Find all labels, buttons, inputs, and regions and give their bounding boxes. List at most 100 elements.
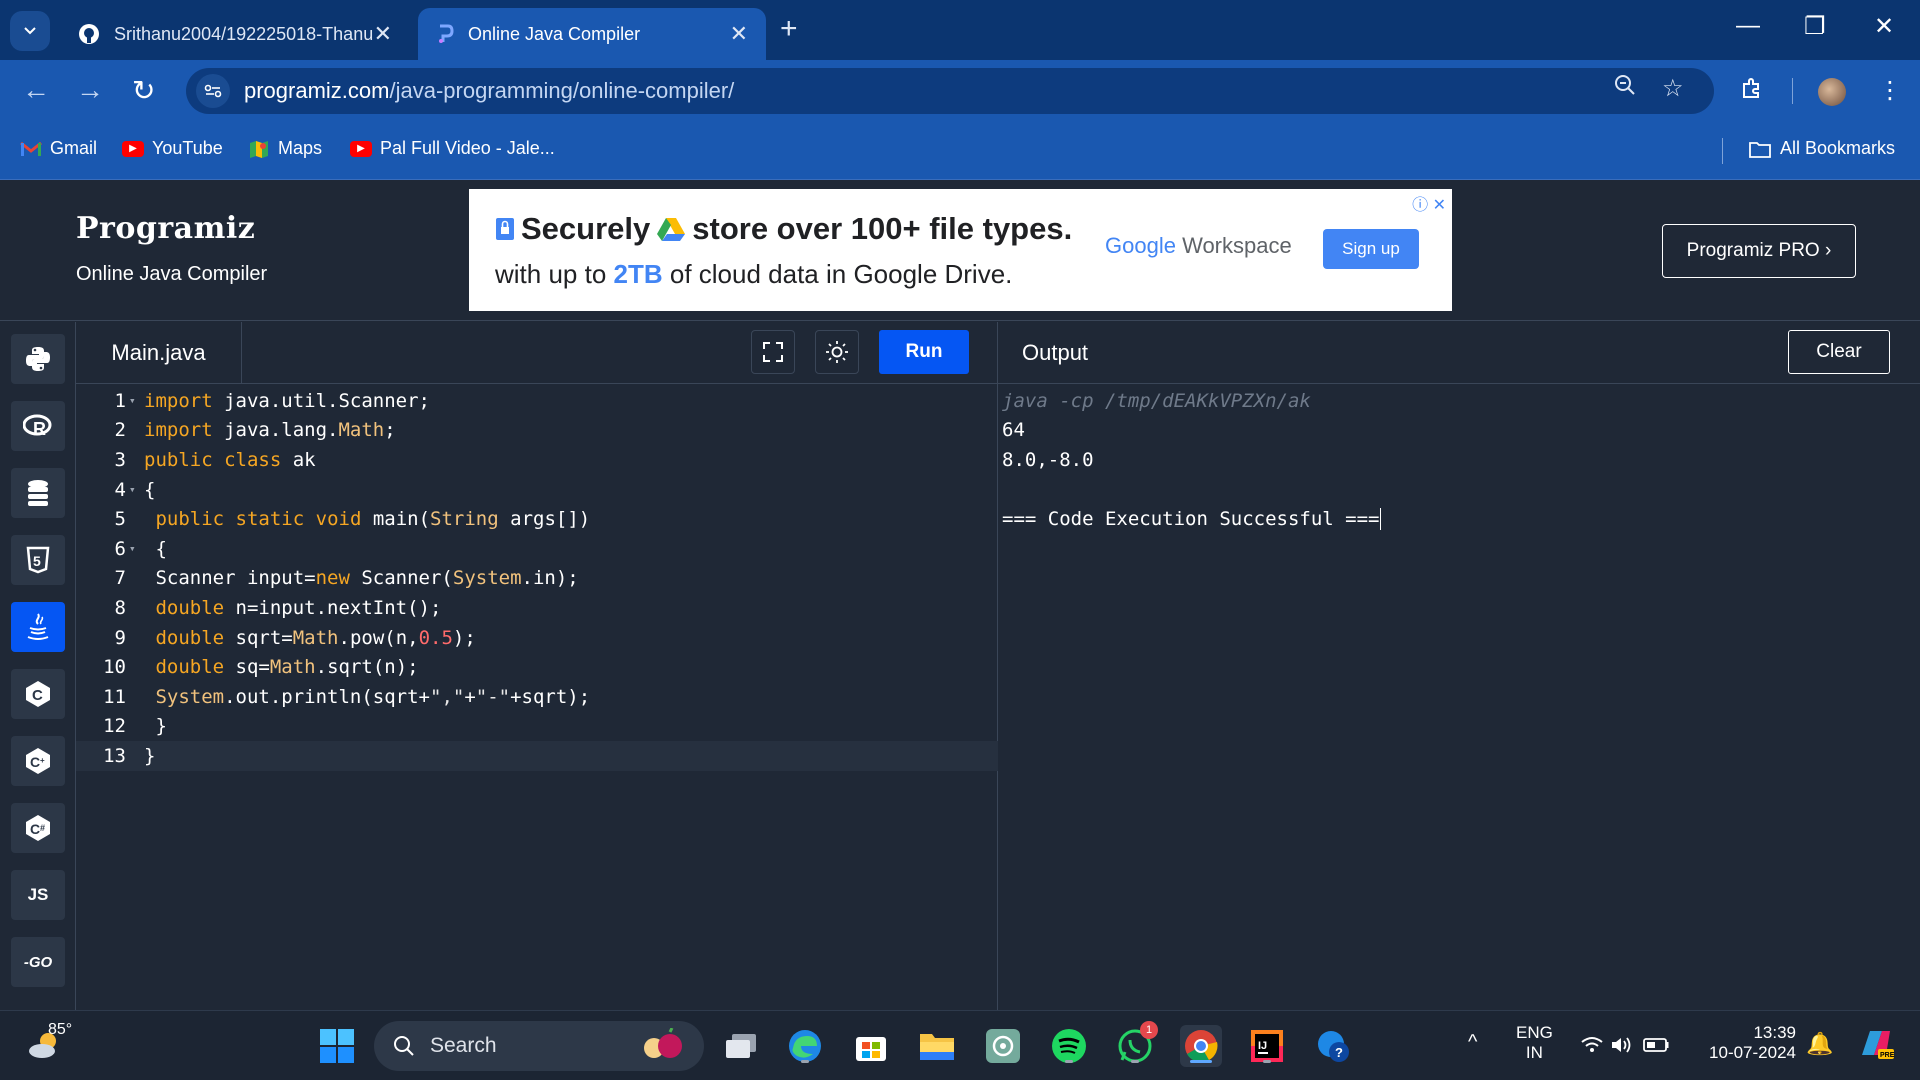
bookmark-star-icon[interactable]: ☆: [1662, 74, 1684, 103]
forward-arrow-icon[interactable]: →: [76, 74, 104, 106]
lang-go-button[interactable]: -GO: [11, 937, 65, 987]
microsoft-store-icon[interactable]: [850, 1025, 892, 1067]
back-arrow-icon[interactable]: ←: [22, 74, 50, 106]
zoom-icon[interactable]: [1614, 74, 1636, 103]
tab-search-button[interactable]: [10, 11, 50, 51]
browser-tab-github[interactable]: Srithanu2004/192225018-Thanu ✕: [60, 8, 410, 60]
spotify-icon[interactable]: [1048, 1025, 1090, 1067]
clear-button[interactable]: Clear: [1788, 330, 1890, 374]
svg-text:C: C: [30, 754, 40, 770]
address-bar[interactable]: programiz.com/java-programming/online-co…: [186, 68, 1714, 114]
fold-arrow-icon[interactable]: ▾: [126, 394, 144, 407]
taskbar-search[interactable]: Search: [374, 1021, 704, 1071]
wifi-icon: [1581, 1037, 1603, 1052]
clock-time: 13:39: [1753, 1023, 1796, 1042]
copilot-icon[interactable]: PRE: [1856, 1025, 1896, 1070]
minimize-icon[interactable]: —: [1736, 12, 1760, 40]
site-info-icon[interactable]: [196, 74, 230, 108]
lang-js-button[interactable]: JS: [11, 870, 65, 920]
lang-c-button[interactable]: C: [11, 669, 65, 719]
lang-html-button[interactable]: 5: [11, 535, 65, 585]
github-icon: [79, 24, 99, 44]
task-view-icon[interactable]: [720, 1025, 762, 1067]
output-header: Output Clear: [998, 322, 1920, 384]
ad-signup-button[interactable]: Sign up: [1323, 229, 1419, 269]
fold-arrow-icon[interactable]: ▾: [126, 483, 144, 496]
code-line: 3 public class ak: [76, 445, 998, 475]
clock[interactable]: 13:39 10-07-2024: [1700, 1023, 1796, 1063]
lang-r-button[interactable]: R: [11, 401, 65, 451]
folder-icon: [1749, 141, 1771, 158]
notification-bell-icon[interactable]: 🔔: [1806, 1031, 1833, 1057]
bookmark-maps[interactable]: Maps: [248, 138, 322, 159]
output-command: java -cp /tmp/dEAKkVPZXn/ak: [1002, 389, 1311, 412]
profile-avatar[interactable]: [1818, 78, 1846, 106]
bookmark-label: Pal Full Video - Jale...: [380, 138, 555, 158]
html5-icon: 5: [26, 546, 50, 574]
help-icon[interactable]: ?: [1312, 1025, 1354, 1067]
output-status-text: === Code Execution Successful ===: [1002, 508, 1380, 531]
bookmark-pal-video[interactable]: ▶ Pal Full Video - Jale...: [350, 138, 555, 159]
all-bookmarks-button[interactable]: All Bookmarks: [1748, 138, 1895, 159]
ad-banner[interactable]: Securely store over 100+ file types. wit…: [469, 189, 1452, 311]
restore-icon[interactable]: ❐: [1804, 12, 1826, 41]
code-token: System: [452, 567, 522, 590]
network-sound-battery[interactable]: [1580, 1033, 1680, 1062]
edge-icon[interactable]: [784, 1025, 826, 1067]
new-tab-button[interactable]: +: [780, 12, 798, 46]
code-token: +sqrt);: [510, 685, 591, 708]
browser-tab-active[interactable]: Online Java Compiler ✕: [418, 8, 766, 60]
lang-python-button[interactable]: [11, 334, 65, 384]
chatgpt-icon[interactable]: [982, 1025, 1024, 1067]
code-token: public: [155, 508, 225, 531]
code-line: 4 ▾{: [76, 475, 998, 505]
bookmark-gmail[interactable]: Gmail: [20, 138, 97, 159]
intellij-icon[interactable]: IJ: [1246, 1025, 1288, 1067]
file-explorer-icon[interactable]: [916, 1025, 958, 1067]
code-token: args[]): [498, 508, 591, 531]
output-console[interactable]: java -cp /tmp/dEAKkVPZXn/ak 64 8.0,-8.0 …: [1002, 386, 1381, 534]
close-icon[interactable]: ✕: [730, 21, 748, 47]
code-token: {: [144, 537, 167, 560]
ad-info-close-icon[interactable]: ⓘ ✕: [1412, 191, 1446, 215]
programiz-pro-button[interactable]: Programiz PRO ›: [1662, 224, 1856, 278]
all-bookmarks-label: All Bookmarks: [1780, 138, 1896, 158]
lang-java-button[interactable]: [11, 602, 65, 652]
output-status-line: === Code Execution Successful ===: [1002, 504, 1381, 534]
theme-toggle-button[interactable]: [815, 330, 859, 374]
fullscreen-button[interactable]: [751, 330, 795, 374]
search-highlight-icon: [644, 1028, 682, 1058]
close-icon[interactable]: ✕: [374, 21, 392, 47]
window-close-icon[interactable]: ✕: [1874, 12, 1894, 41]
windows-start-icon[interactable]: [316, 1025, 358, 1067]
code-token: ;: [384, 419, 396, 442]
lang-cpp-button[interactable]: C +: [11, 736, 65, 786]
lang-csharp-button[interactable]: C #: [11, 803, 65, 853]
code-token: +: [464, 685, 476, 708]
url-path: /java-programming/online-compiler/: [389, 78, 735, 103]
language-indicator[interactable]: ENG IN: [1516, 1023, 1553, 1063]
svg-text:5: 5: [33, 553, 41, 569]
code-text: double n=input.nextInt();: [144, 597, 441, 619]
whatsapp-icon[interactable]: 1: [1114, 1021, 1158, 1067]
reload-icon[interactable]: ↻: [132, 74, 155, 107]
google-drive-icon: [657, 218, 686, 241]
kebab-menu-icon[interactable]: ⋮: [1878, 76, 1902, 105]
site-header: Programiz Online Java Compiler Securely …: [0, 181, 1920, 321]
code-token: n=input.nextInt();: [224, 596, 442, 619]
code-area[interactable]: 1 ▾ import java.util.Scanner; 2 import java.…: [76, 386, 998, 771]
file-tab-main-java[interactable]: Main.java: [76, 322, 242, 384]
search-label: Search: [430, 1034, 497, 1057]
line-number: 8: [114, 596, 126, 619]
lang-sql-button[interactable]: [11, 468, 65, 518]
show-hidden-icons-chevron[interactable]: ^: [1468, 1031, 1477, 1054]
fold-arrow-icon[interactable]: ▾: [126, 542, 144, 555]
run-button[interactable]: Run: [879, 330, 969, 374]
programiz-logo[interactable]: Programiz: [76, 211, 255, 246]
code-line: 8 double n=input.nextInt();: [76, 593, 998, 623]
extensions-icon[interactable]: [1740, 76, 1764, 107]
chrome-icon[interactable]: [1180, 1025, 1222, 1067]
bookmark-youtube[interactable]: ▶ YouTube: [122, 138, 223, 159]
